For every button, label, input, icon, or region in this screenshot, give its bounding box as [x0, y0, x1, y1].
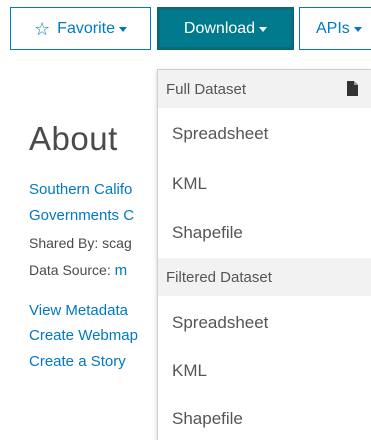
download-dropdown-menu: Full Dataset Spreadsheet KML Shapefile F…: [157, 69, 371, 440]
filtered-dataset-label: Filtered Dataset: [166, 268, 272, 286]
favorite-button[interactable]: ☆ Favorite: [10, 7, 151, 50]
apis-label: APIs: [316, 19, 350, 37]
caret-down-icon: [259, 27, 268, 32]
full-kml-label: KML: [172, 174, 207, 193]
filtered-shapefile-option[interactable]: Shapefile: [158, 395, 371, 440]
shared-by-text: Shared By: scag: [29, 235, 132, 251]
download-button[interactable]: Download: [157, 7, 294, 50]
organization-link-line2: Governments C: [29, 207, 135, 224]
data-source-link[interactable]: m: [115, 262, 128, 279]
download-label: Download: [183, 19, 256, 37]
data-source-label: Data Source:: [29, 262, 115, 278]
star-outline-icon: ☆: [34, 18, 51, 39]
full-shapefile-label: Shapefile: [172, 223, 243, 242]
filtered-kml-label: KML: [172, 361, 207, 380]
filtered-spreadsheet-option[interactable]: Spreadsheet: [158, 299, 371, 347]
full-shapefile-option[interactable]: Shapefile: [158, 209, 371, 257]
full-kml-option[interactable]: KML: [158, 160, 371, 208]
full-dataset-label: Full Dataset: [166, 80, 247, 98]
filtered-shapefile-label: Shapefile: [172, 409, 243, 428]
organization-link-line1: Southern Califo: [29, 181, 133, 198]
caret-down-icon: [353, 27, 362, 32]
filtered-kml-option[interactable]: KML: [158, 347, 371, 395]
create-webmap-link[interactable]: Create Webmap: [29, 327, 138, 344]
organization-link[interactable]: Southern Califo: [29, 181, 132, 198]
file-icon: [347, 81, 358, 96]
full-spreadsheet-option[interactable]: Spreadsheet: [158, 110, 371, 158]
full-spreadsheet-label: Spreadsheet: [172, 124, 269, 143]
create-story-link[interactable]: Create a Story: [29, 353, 126, 370]
dataset-page: ☆ Favorite Download APIs About Southern …: [0, 0, 371, 440]
full-dataset-header: Full Dataset: [158, 70, 371, 108]
view-metadata-link[interactable]: View Metadata: [29, 302, 128, 319]
filtered-spreadsheet-label: Spreadsheet: [172, 313, 269, 332]
organization-link-cont[interactable]: Governments C: [29, 207, 134, 224]
filtered-dataset-header: Filtered Dataset: [158, 258, 371, 296]
data-source-row: Data Source: m: [29, 262, 127, 279]
caret-down-icon: [118, 27, 127, 32]
apis-button[interactable]: APIs: [299, 7, 371, 50]
favorite-label: Favorite: [57, 19, 115, 37]
about-heading: About: [29, 120, 118, 157]
